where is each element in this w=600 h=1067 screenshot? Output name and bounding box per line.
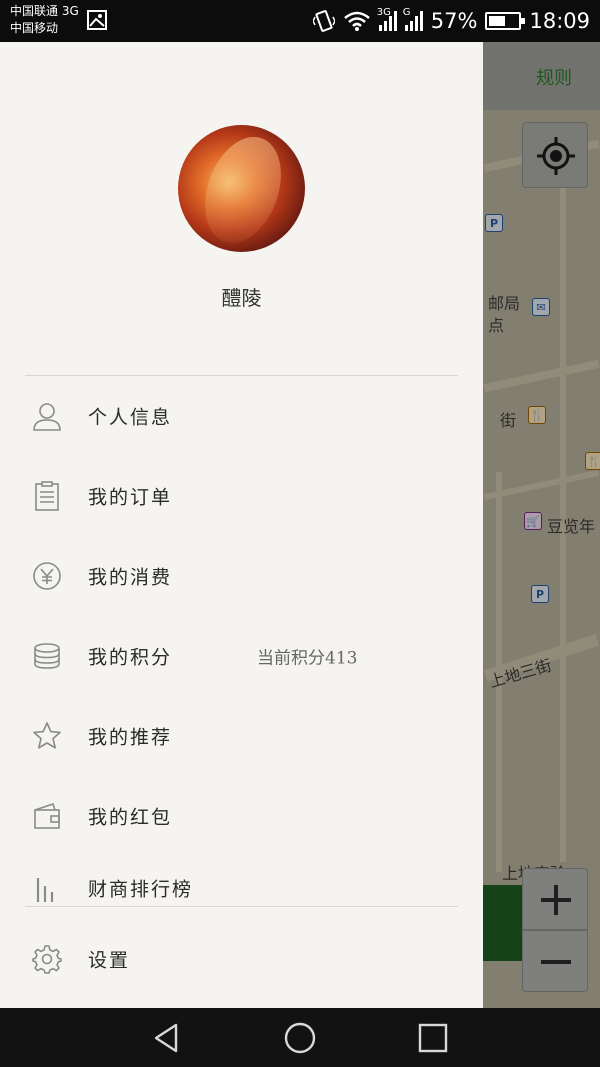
menu-item-my-spending[interactable]: 我的消费 <box>0 536 483 616</box>
menu-item-my-referrals[interactable]: 我的推荐 <box>0 696 483 776</box>
clock: 18:09 <box>529 9 590 33</box>
menu-label: 我的积分 <box>88 646 173 669</box>
wifi-icon <box>343 11 370 31</box>
home-button[interactable] <box>283 1021 317 1055</box>
menu-label: 我的推荐 <box>88 726 173 749</box>
carrier-info: 中国联通 3G 中国移动 <box>10 3 79 37</box>
carrier-line-1: 中国联通 3G <box>10 4 79 18</box>
battery-level <box>489 16 506 26</box>
username: 醴陵 <box>221 286 262 310</box>
menu-label: 我的消费 <box>88 566 173 589</box>
menu-item-personal-info[interactable]: 个人信息 <box>0 376 483 456</box>
menu-scroll-clip: 财商排行榜 <box>0 870 483 906</box>
clipboard-icon <box>35 481 59 511</box>
carrier-line-2: 中国移动 <box>10 21 59 35</box>
status-icons: 3G G 57% 18:09 <box>312 7 590 35</box>
menu-item-leaderboard[interactable]: 财商排行榜 <box>0 870 483 906</box>
battery-percent: 57% <box>430 9 478 33</box>
menu-item-red-packets[interactable]: 我的红包 <box>0 776 483 856</box>
menu-item-settings[interactable]: 设置 <box>0 919 483 999</box>
bar-chart-icon <box>36 878 54 902</box>
avatar[interactable] <box>178 125 305 252</box>
menu-label: 我的订单 <box>88 486 173 509</box>
menu-label: 我的红包 <box>88 806 173 829</box>
menu-item-my-orders[interactable]: 我的订单 <box>0 456 483 536</box>
network-tag-g: G <box>402 7 411 18</box>
current-points: 当前积分413 <box>257 648 358 669</box>
yen-icon <box>33 562 61 590</box>
battery-icon <box>485 12 526 30</box>
star-icon <box>33 722 61 749</box>
menu-label: 设置 <box>88 949 131 972</box>
vibrate-icon <box>312 10 335 32</box>
menu-label: 财商排行榜 <box>88 878 194 901</box>
navigation-drawer: 醴陵 个人信息 我的订单 我的消费 我的积分 当前积分413 我的推荐 我的红包… <box>0 42 483 1008</box>
gallery-icon <box>87 10 107 30</box>
person-icon <box>33 403 61 431</box>
signal-g-icon: G <box>403 7 423 31</box>
menu-item-my-points[interactable]: 我的积分 当前积分413 <box>0 616 483 696</box>
divider <box>25 906 458 907</box>
signal-3g-icon: 3G <box>377 7 397 31</box>
system-navigation-bar <box>0 1008 600 1067</box>
gear-icon <box>32 945 62 974</box>
menu-label: 个人信息 <box>88 406 173 429</box>
back-button[interactable] <box>150 1021 184 1055</box>
wallet-icon <box>34 802 60 829</box>
status-bar: 中国联通 3G 中国移动 3G G 57% 18:09 <box>0 0 600 42</box>
recents-button[interactable] <box>416 1021 450 1055</box>
network-tag-3g: 3G <box>376 7 391 18</box>
coins-icon <box>34 643 60 669</box>
